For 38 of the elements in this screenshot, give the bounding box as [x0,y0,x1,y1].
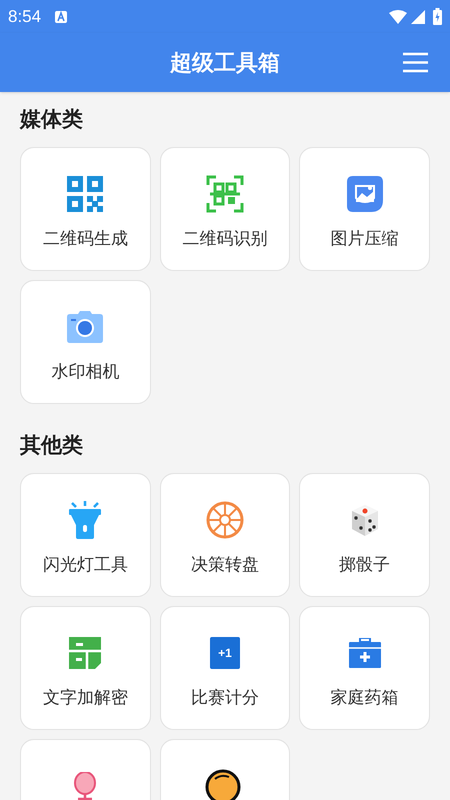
tool-card[interactable]: 决策转盘 [160,473,290,597]
tool-card[interactable]: 家庭药箱 [299,606,430,730]
app-title: 超级工具箱 [170,49,280,77]
keyboard-icon [55,10,68,22]
section-title: 其他类 [20,433,84,460]
status-time: 8:54 [8,6,42,28]
section-title: 媒体类 [20,107,84,134]
tool-label: 掷骰子 [339,554,390,576]
tool-label: 图片压缩 [330,228,399,250]
tool-label: 二维码识别 [182,228,268,250]
menu-icon[interactable] [403,52,428,73]
camera-icon [67,311,104,343]
tool-card[interactable]: +1 比赛计分 [160,606,290,730]
tool-label: 二维码生成 [42,228,128,250]
tool-card[interactable]: 图片压缩 [299,147,430,271]
signal-icon [411,10,425,24]
flashlight-icon [68,501,102,539]
tool-label: 水印相机 [51,361,120,383]
medical-kit-icon [348,638,381,668]
document-icon [69,637,102,669]
qr-scan-icon [206,175,244,213]
tool-card[interactable]: 二维码生成 [20,147,151,271]
tool-card[interactable]: 二维码识别 [160,147,290,271]
tool-label: 决策转盘 [190,554,259,576]
qr-code-icon [67,176,104,212]
spinning-wheel-icon [206,501,244,539]
tool-label: 闪光灯工具 [42,554,128,576]
tool-label: 家庭药箱 [330,687,399,709]
tool-card[interactable]: 文字加解密 [20,606,151,730]
tool-card[interactable]: 水印相机 [20,280,151,404]
wifi-icon [389,10,407,24]
tool-card[interactable]: 闪光灯工具 [20,473,151,597]
tool-card[interactable]: 掷骰子 [299,473,430,597]
tool-label: 文字加解密 [42,687,128,709]
tool-label: 比赛计分 [190,687,259,709]
battery-icon [433,8,442,25]
score-icon: +1 [210,637,240,669]
image-icon [346,176,383,212]
